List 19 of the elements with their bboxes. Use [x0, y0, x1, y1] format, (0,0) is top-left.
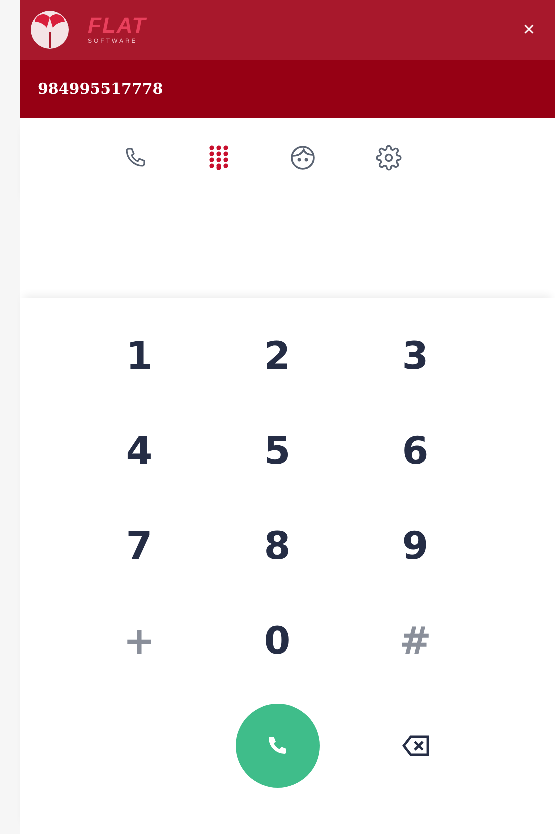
dial-key[interactable]: 4 — [116, 424, 163, 476]
settings-icon — [376, 145, 402, 171]
dial-key[interactable]: 0 — [254, 614, 301, 666]
logo-icon — [30, 10, 70, 50]
dial-key[interactable]: 8 — [254, 520, 301, 572]
face-icon — [290, 145, 316, 171]
dial-key[interactable]: 2 — [254, 330, 301, 382]
dial-key[interactable]: 6 — [392, 424, 439, 476]
dial-key[interactable]: 3 — [392, 330, 439, 382]
dial-key[interactable]: 9 — [392, 520, 439, 572]
dialpad-icon — [208, 145, 230, 171]
dial-key[interactable]: 1 — [116, 330, 163, 382]
phone-icon — [124, 146, 148, 170]
dial-key[interactable]: 5 — [254, 424, 301, 476]
dial-key[interactable]: 7 — [116, 520, 163, 572]
logo-wordmark: FLAT — [88, 15, 147, 37]
close-button[interactable]: × — [519, 18, 539, 42]
phone-number-field[interactable]: 984995517778 — [36, 79, 340, 99]
backspace-icon — [402, 734, 430, 756]
